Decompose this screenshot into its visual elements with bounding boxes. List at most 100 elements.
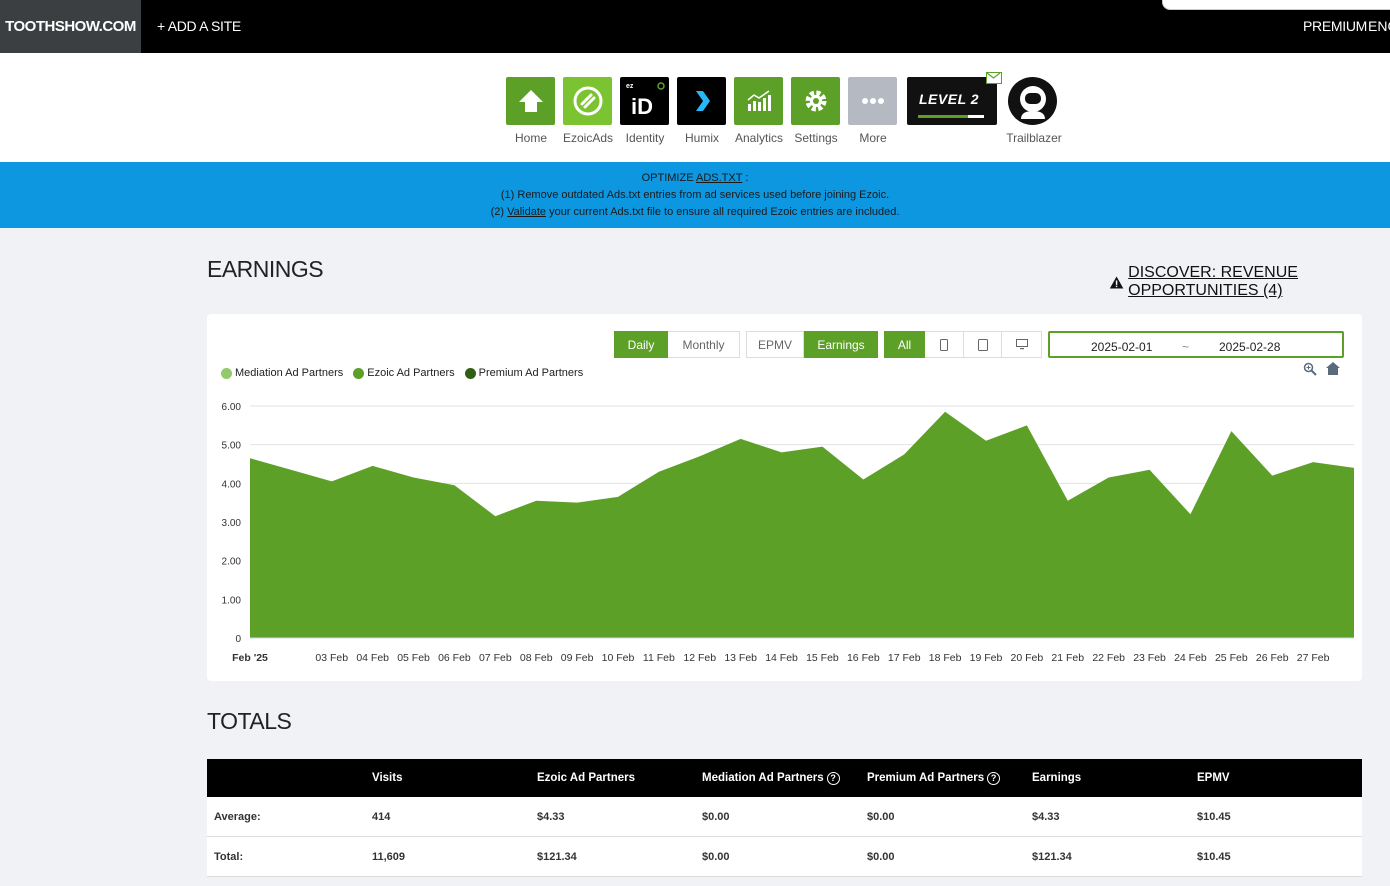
site-name[interactable]: TOOTHSHOW.COM [0, 0, 141, 53]
banner-line-1: OPTIMIZE ADS.TXT : [0, 170, 1390, 187]
x-tick-label: 27 Feb [1297, 652, 1330, 664]
banner-text: OPTIMIZE [641, 172, 696, 184]
more-icon [848, 77, 897, 125]
level-badge[interactable]: LEVEL 2 [907, 77, 997, 125]
tablet-icon [977, 338, 988, 351]
x-tick-label: 08 Feb [520, 652, 553, 664]
reset-home-icon[interactable] [1326, 362, 1340, 375]
epmv-button[interactable]: EPMV [746, 331, 804, 358]
app-nav: Home EzoicAds ez iD Identity Humix Analyt… [0, 53, 1390, 162]
astronaut-avatar-icon [1008, 77, 1057, 125]
table-cell: 11,609 [372, 850, 406, 863]
monthly-button[interactable]: Monthly [668, 331, 740, 358]
date-to: 2025-02-28 [1219, 340, 1281, 354]
totals-table: Visits Ezoic Ad Partners Mediation Ad Pa… [207, 759, 1362, 877]
x-tick-label: 13 Feb [724, 652, 757, 664]
header-label: Premium Ad Partners [867, 771, 985, 784]
x-tick-label: 06 Feb [438, 652, 471, 664]
legend-dot [221, 367, 232, 379]
area-series-ezoic-ad-partners [250, 411, 1354, 638]
device-toggle: All [884, 331, 1042, 358]
x-tick-label: 12 Feb [683, 652, 716, 664]
legend-item[interactable]: Premium Ad Partners [464, 367, 584, 379]
home-icon [506, 77, 555, 125]
level-label: LEVEL 2 [919, 91, 980, 107]
banner-text: (2) [490, 206, 508, 218]
date-from: 2025-02-01 [1091, 340, 1153, 354]
x-tick-label: 22 Feb [1092, 652, 1125, 664]
table-header-row: Visits Ezoic Ad Partners Mediation Ad Pa… [207, 759, 1362, 797]
desktop-device-button[interactable] [1002, 331, 1042, 358]
mobile-icon [940, 338, 948, 351]
y-tick-label: 1.00 [222, 595, 242, 606]
nav-label: More [859, 131, 887, 145]
x-tick-label: 14 Feb [765, 652, 798, 664]
banner-line-2: (1) Remove outdated Ads.txt entries from… [500, 189, 890, 201]
x-tick-label: 03 Feb [315, 652, 348, 664]
table-cell: $121.34 [1032, 850, 1072, 863]
zoom-icon[interactable] [1303, 362, 1317, 376]
mail-icon[interactable] [986, 72, 1002, 84]
y-tick-label: 6.00 [222, 402, 242, 413]
earnings-chart: 0 1.00 2.00 3.00 4.00 5.00 6.00 Feb '25 03 Feb 04… [222, 402, 1354, 664]
table-header-cell: Ezoic Ad Partners [537, 772, 635, 784]
nav-ezoicads[interactable]: EzoicAds [563, 77, 613, 145]
table-cell: $4.33 [1032, 810, 1060, 823]
svg-text:ez: ez [626, 83, 634, 90]
legend-label: Premium Ad Partners [478, 367, 584, 379]
nav-analytics[interactable]: Analytics [734, 77, 784, 145]
mobile-device-button[interactable] [925, 331, 964, 358]
top-search-box[interactable] [1162, 0, 1390, 10]
help-icon[interactable]: ? [826, 771, 840, 785]
analytics-icon [734, 77, 783, 125]
x-tick-label: 11 Feb [643, 652, 675, 664]
level-progress-fill [918, 115, 968, 118]
x-tick-label: 26 Feb [1256, 652, 1289, 664]
x-tick-label: 19 Feb [970, 652, 1003, 664]
x-tick-label: 24 Feb [1174, 652, 1207, 664]
x-tick-label: 18 Feb [929, 652, 962, 664]
help-icon[interactable]: ? [987, 771, 1001, 785]
x-tick-label: 23 Feb [1133, 652, 1166, 664]
table-cell: $0.00 [867, 810, 895, 823]
legend-item[interactable]: Ezoic Ad Partners [353, 367, 455, 379]
validate-link[interactable]: Validate [507, 206, 546, 218]
earnings-button[interactable]: Earnings [804, 331, 878, 358]
nav-settings[interactable]: Settings [791, 77, 841, 145]
top-bar: TOOTHSHOW.COM + ADD A SITE PREMIUM ENG [0, 0, 1390, 53]
desktop-icon [1015, 339, 1028, 350]
table-header-cell: Mediation Ad Partners? [702, 771, 867, 785]
date-range-picker[interactable]: 2025-02-01 ~ 2025-02-28 [1048, 331, 1344, 358]
avatar-trailblazer[interactable]: Trailblazer [1006, 77, 1062, 145]
avatar-label: Trailblazer [1006, 131, 1062, 145]
y-tick-label: 0 [235, 634, 241, 645]
x-tick-label: Feb '25 [232, 652, 268, 664]
premium-link[interactable]: PREMIUM [1303, 18, 1367, 34]
add-site-link[interactable]: + ADD A SITE [157, 18, 241, 34]
table-cell: Average: [214, 810, 261, 823]
nav-home[interactable]: Home [506, 77, 556, 145]
legend-item[interactable]: Mediation Ad Partners [221, 367, 343, 379]
nav-more[interactable]: More [848, 77, 898, 145]
tablet-device-button[interactable] [964, 331, 1002, 358]
table-cell: $121.34 [537, 850, 577, 863]
nav-identity[interactable]: ez iD Identity [620, 77, 670, 145]
table-cell: $10.45 [1197, 810, 1231, 823]
table-cell: $10.45 [1197, 850, 1231, 863]
gear-icon [791, 77, 840, 125]
banner-line-3: (2) Validate your current Ads.txt file t… [0, 204, 1390, 221]
daily-button[interactable]: Daily [614, 331, 668, 358]
humix-icon [677, 77, 726, 125]
x-tick-label: 09 Feb [561, 652, 594, 664]
banner-text: : [742, 172, 749, 184]
device-all-button[interactable]: All [884, 331, 925, 358]
table-cell: Total: [214, 850, 244, 863]
language-selector[interactable]: ENG [1368, 18, 1390, 34]
legend-dot [353, 367, 365, 379]
identity-icon: ez iD [620, 77, 669, 125]
nav-humix[interactable]: Humix [677, 77, 727, 145]
level-progress-bar [918, 115, 984, 118]
discover-link[interactable]: DISCOVER: REVENUE OPPORTUNITIES (4) [1109, 264, 1390, 300]
y-tick-label: 2.00 [222, 557, 242, 568]
ads-txt-link[interactable]: ADS.TXT [696, 172, 742, 184]
